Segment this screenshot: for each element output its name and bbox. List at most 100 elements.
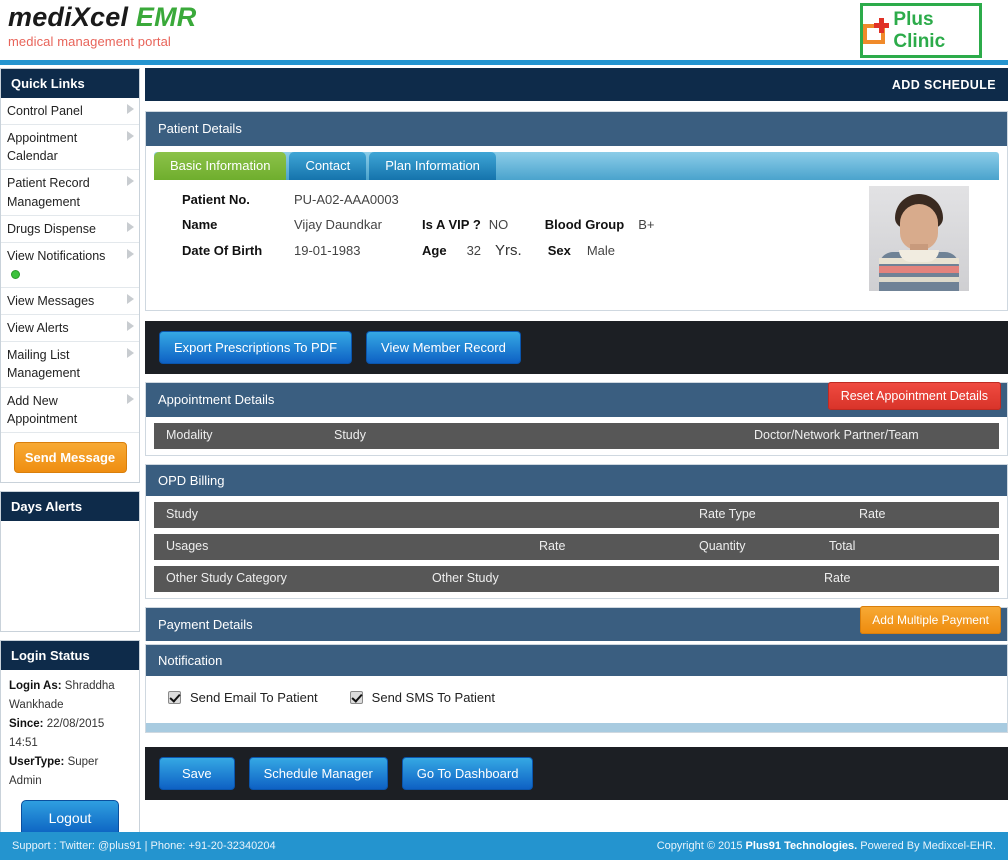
sidebar-item-patient-record-management[interactable]: Patient Record Management	[1, 170, 139, 216]
since-label: Since:	[9, 717, 44, 730]
days-alerts-title: Days Alerts	[1, 491, 139, 521]
login-status-title: Login Status	[1, 640, 139, 670]
logo-primary-text: mediXcel	[8, 2, 129, 32]
header-divider	[0, 60, 1008, 65]
appointment-details-title: Appointment Details	[158, 392, 275, 407]
footer-copyright: Copyright © 2015 Plus91 Technologies. Po…	[657, 840, 996, 852]
patient-details-title: Patient Details	[158, 121, 242, 136]
col-rate: Rate	[859, 507, 886, 521]
sidebar-item-view-messages[interactable]: View Messages	[1, 288, 139, 316]
sidebar-item-control-panel[interactable]: Control Panel	[1, 98, 139, 126]
sidebar-item-label: Patient Record Management	[7, 176, 90, 209]
col-quantity: Quantity	[699, 539, 746, 553]
send-email-checkbox[interactable]	[168, 691, 181, 704]
opd-other-study-row: Other Study Category Other Study Rate	[154, 566, 999, 592]
footer-support-text: Support : Twitter: @plus91 | Phone: +91-…	[12, 840, 276, 852]
patient-tabs: Basic Information Contact Plan Informati…	[154, 152, 999, 180]
form-actions-bar: Save Schedule Manager Go To Dashboard	[145, 747, 1008, 800]
send-email-checkbox-row[interactable]: Send Email To Patient	[168, 690, 318, 705]
payment-details-title: Payment Details	[158, 617, 253, 632]
age-label: Age	[422, 243, 447, 258]
sidebar-item-drugs-dispense[interactable]: Drugs Dispense	[1, 216, 139, 243]
tab-basic-information[interactable]: Basic Information	[154, 152, 287, 180]
record-actions-bar: Export Prescriptions To PDF View Member …	[145, 321, 1008, 374]
chevron-right-icon	[127, 176, 134, 187]
add-multiple-payment-button[interactable]: Add Multiple Payment	[860, 606, 1001, 634]
col-rate: Rate	[824, 571, 851, 585]
page-header: ADD SCHEDULE	[145, 68, 1008, 101]
col-study: Study	[334, 428, 366, 442]
sidebar-item-view-notifications[interactable]: View Notifications	[1, 243, 139, 288]
sidebar-item-add-new-appointment[interactable]: Add New Appointment	[1, 388, 139, 433]
notification-title: Notification	[158, 653, 223, 668]
logo-tagline: medical management portal	[8, 34, 171, 49]
opd-study-row: Study Rate Type Rate	[154, 502, 999, 528]
patient-tabs-wrap: Basic Information Contact Plan Informati…	[146, 146, 1007, 310]
tab-plan-information[interactable]: Plan Information	[369, 152, 496, 180]
page-footer: Support : Twitter: @plus91 | Phone: +91-…	[0, 832, 1008, 860]
sidebar-item-appointment-calendar[interactable]: Appointment Calendar	[1, 125, 139, 171]
notification-header: Notification	[146, 645, 1007, 676]
name-value: Vijay Daundkar	[294, 217, 382, 232]
send-sms-checkbox[interactable]	[349, 691, 363, 704]
sidebar-item-mailing-list-management[interactable]: Mailing List Management	[1, 342, 139, 388]
since-row: Since: 22/08/2015 14:51	[9, 715, 131, 753]
send-email-label: Send Email To Patient	[190, 690, 318, 705]
sidebar-item-label: Mailing List Management	[7, 348, 80, 381]
vip-value: NO	[488, 217, 509, 232]
chevron-right-icon	[127, 131, 134, 142]
dob-label: Date Of Birth	[182, 243, 263, 258]
send-sms-checkbox-row[interactable]: Send SMS To Patient	[349, 690, 495, 705]
col-modality: Modality	[166, 428, 213, 442]
sidebar-item-label: View Messages	[7, 294, 95, 308]
blood-group-label: Blood Group	[544, 217, 625, 232]
notification-footer-strip	[146, 723, 1007, 732]
quick-links-title: Quick Links	[1, 69, 139, 98]
reset-appointment-details-button[interactable]: Reset Appointment Details	[827, 382, 1001, 410]
brand-bar: mediXcel EMR medical management portal P…	[0, 0, 1008, 60]
days-alerts-body	[1, 520, 139, 631]
col-rate: Rate	[539, 539, 566, 553]
sidebar: Quick Links Control Panel Appointment Ca…	[0, 68, 140, 858]
go-to-dashboard-button[interactable]: Go To Dashboard	[401, 757, 534, 790]
clinic-plus-icon	[863, 17, 890, 44]
col-usages: Usages	[166, 539, 209, 553]
save-button[interactable]: Save	[159, 757, 235, 790]
export-prescriptions-pdf-button[interactable]: Export Prescriptions To PDF	[159, 331, 353, 364]
tab-panel-basic-information: Patient No. PU-A02-AAA0003 Name Vijay Da…	[154, 180, 999, 310]
notification-card: Notification Send Email To Patient Send …	[145, 644, 1008, 733]
page-title: ADD SCHEDULE	[891, 77, 996, 92]
days-alerts-panel: Days Alerts	[0, 490, 140, 632]
schedule-manager-button[interactable]: Schedule Manager	[248, 757, 388, 790]
chevron-right-icon	[127, 248, 134, 259]
sidebar-item-label: Add New Appointment	[7, 393, 78, 426]
patient-details-header: Patient Details	[146, 112, 1007, 146]
patient-no-label: Patient No.	[182, 192, 250, 207]
chevron-right-icon	[127, 321, 134, 332]
sex-value: Male	[586, 243, 616, 258]
view-member-record-button[interactable]: View Member Record	[366, 331, 521, 364]
sidebar-item-label: Appointment Calendar	[7, 131, 78, 164]
chevron-right-icon	[127, 294, 134, 304]
quick-links-panel: Quick Links Control Panel Appointment Ca…	[0, 68, 140, 483]
sidebar-item-view-alerts[interactable]: View Alerts	[1, 315, 139, 343]
tab-contact[interactable]: Contact	[289, 152, 367, 180]
main-content: ADD SCHEDULE Patient Details Basic Infor…	[145, 68, 1008, 800]
patient-no-value: PU-A02-AAA0003	[294, 192, 399, 207]
patient-photo	[869, 186, 969, 291]
clinic-logo: Plus Clinic	[860, 3, 982, 58]
sidebar-item-label: View Alerts	[7, 321, 69, 336]
blood-group-value: B+	[638, 217, 655, 232]
payment-details-card: Payment Details Add Multiple Payment	[145, 606, 1008, 641]
sidebar-item-label: Drugs Dispense	[7, 221, 96, 236]
col-other-study: Other Study	[432, 571, 499, 585]
col-study: Study	[166, 507, 198, 521]
clinic-name: Plus Clinic	[893, 8, 946, 52]
payment-details-actions: Add Multiple Payment	[860, 606, 1001, 634]
app-logo: mediXcel EMR medical management portal	[8, 2, 196, 49]
send-message-button[interactable]: Send Message	[13, 441, 127, 473]
payment-details-header: Payment Details Add Multiple Payment	[146, 606, 1007, 641]
usertype-label: UserType:	[9, 755, 65, 768]
col-doctor-network-partner-team: Doctor/Network Partner/Team	[754, 428, 919, 442]
opd-billing-title: OPD Billing	[158, 473, 225, 488]
